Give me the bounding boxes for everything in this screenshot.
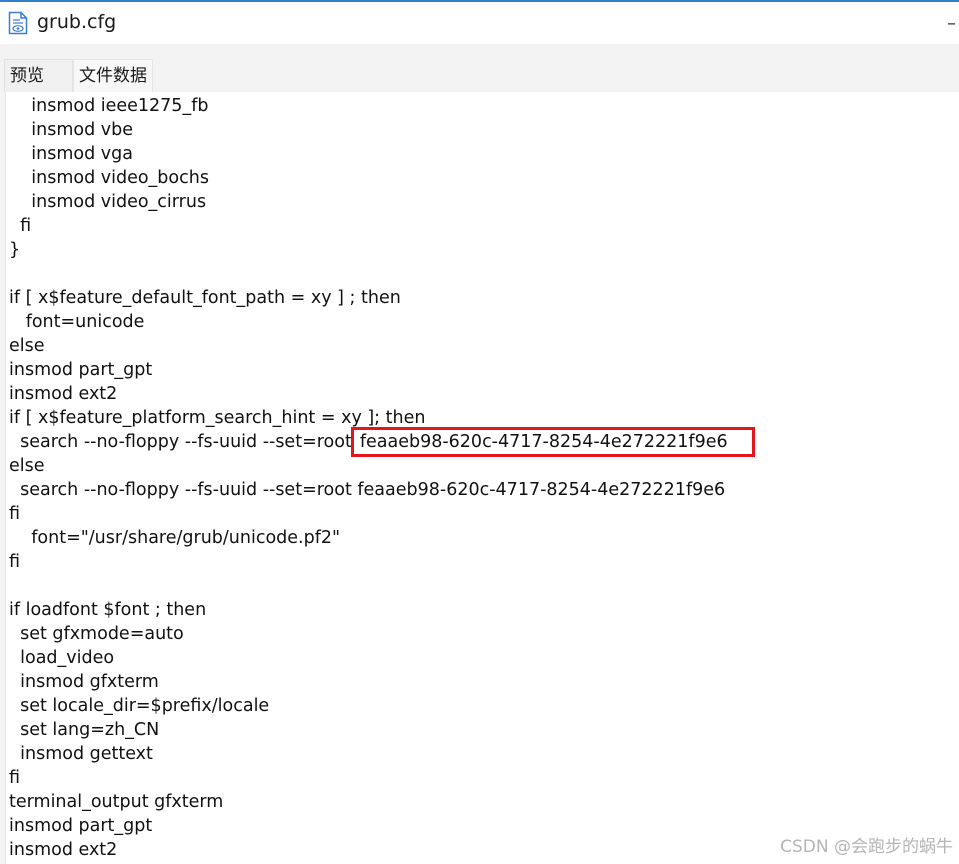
code-line: terminal_output gfxterm [9, 792, 224, 812]
left-gutter [0, 92, 6, 864]
code-line: set gfxmode=auto [9, 624, 184, 644]
minimize-button[interactable]: – [947, 10, 959, 38]
code-line-highlighted: search --no-floppy --fs-uuid --set=root f… [9, 427, 949, 457]
code-line: insmod video_cirrus [9, 192, 207, 212]
code-line: font=unicode [9, 312, 145, 332]
code-line-prefix: search --no-floppy --fs-uuid --set=root [9, 432, 352, 452]
title-bar: grub.cfg – [0, 2, 959, 44]
tab-bar: 预览 文件数据 [0, 44, 959, 92]
code-line: else [9, 456, 45, 476]
watermark: CSDN @会跑步的蜗牛 [780, 837, 953, 857]
code-line: if loadfont $font ; then [9, 600, 207, 620]
code-line: fi [9, 768, 21, 788]
code-line: if [ x$feature_default_font_path = xy ] … [9, 288, 401, 308]
tab-preview[interactable]: 预览 [4, 59, 73, 92]
code-line: insmod gettext [9, 744, 153, 764]
code-line: font="/usr/share/grub/unicode.pf2" [9, 528, 341, 548]
document-eye-icon [8, 11, 28, 35]
code-line: insmod vbe [9, 120, 133, 140]
code-line: insmod ieee1275_fb [9, 96, 209, 116]
code-line: search --no-floppy --fs-uuid --set=root … [9, 480, 726, 500]
highlighted-uuid: feaaeb98-620c-4717-8254-4e272221f9e6 [350, 427, 755, 457]
code-line: insmod vga [9, 144, 133, 164]
code-view[interactable]: insmod ieee1275_fb insmod vbe insmod vga… [9, 94, 949, 864]
code-line: set locale_dir=$prefix/locale [9, 696, 270, 716]
code-line: else [9, 336, 45, 356]
code-line: fi [9, 216, 32, 236]
code-line: insmod gfxterm [9, 672, 159, 692]
window-title: grub.cfg [37, 11, 117, 33]
code-line: } [9, 240, 21, 260]
code-line: if [ x$feature_platform_search_hint = xy… [9, 408, 426, 428]
code-line: insmod video_bochs [9, 168, 209, 188]
code-line: fi [9, 552, 21, 572]
code-line: load_video [9, 648, 115, 668]
tab-file-data[interactable]: 文件数据 [73, 59, 153, 92]
code-line: set lang=zh_CN [9, 720, 160, 740]
app-window: grub.cfg – 预览 文件数据 insmod ieee1275_fb in… [0, 0, 959, 864]
code-line: fi [9, 504, 21, 524]
code-line: insmod part_gpt [9, 360, 153, 380]
code-line: insmod ext2 [9, 384, 118, 404]
